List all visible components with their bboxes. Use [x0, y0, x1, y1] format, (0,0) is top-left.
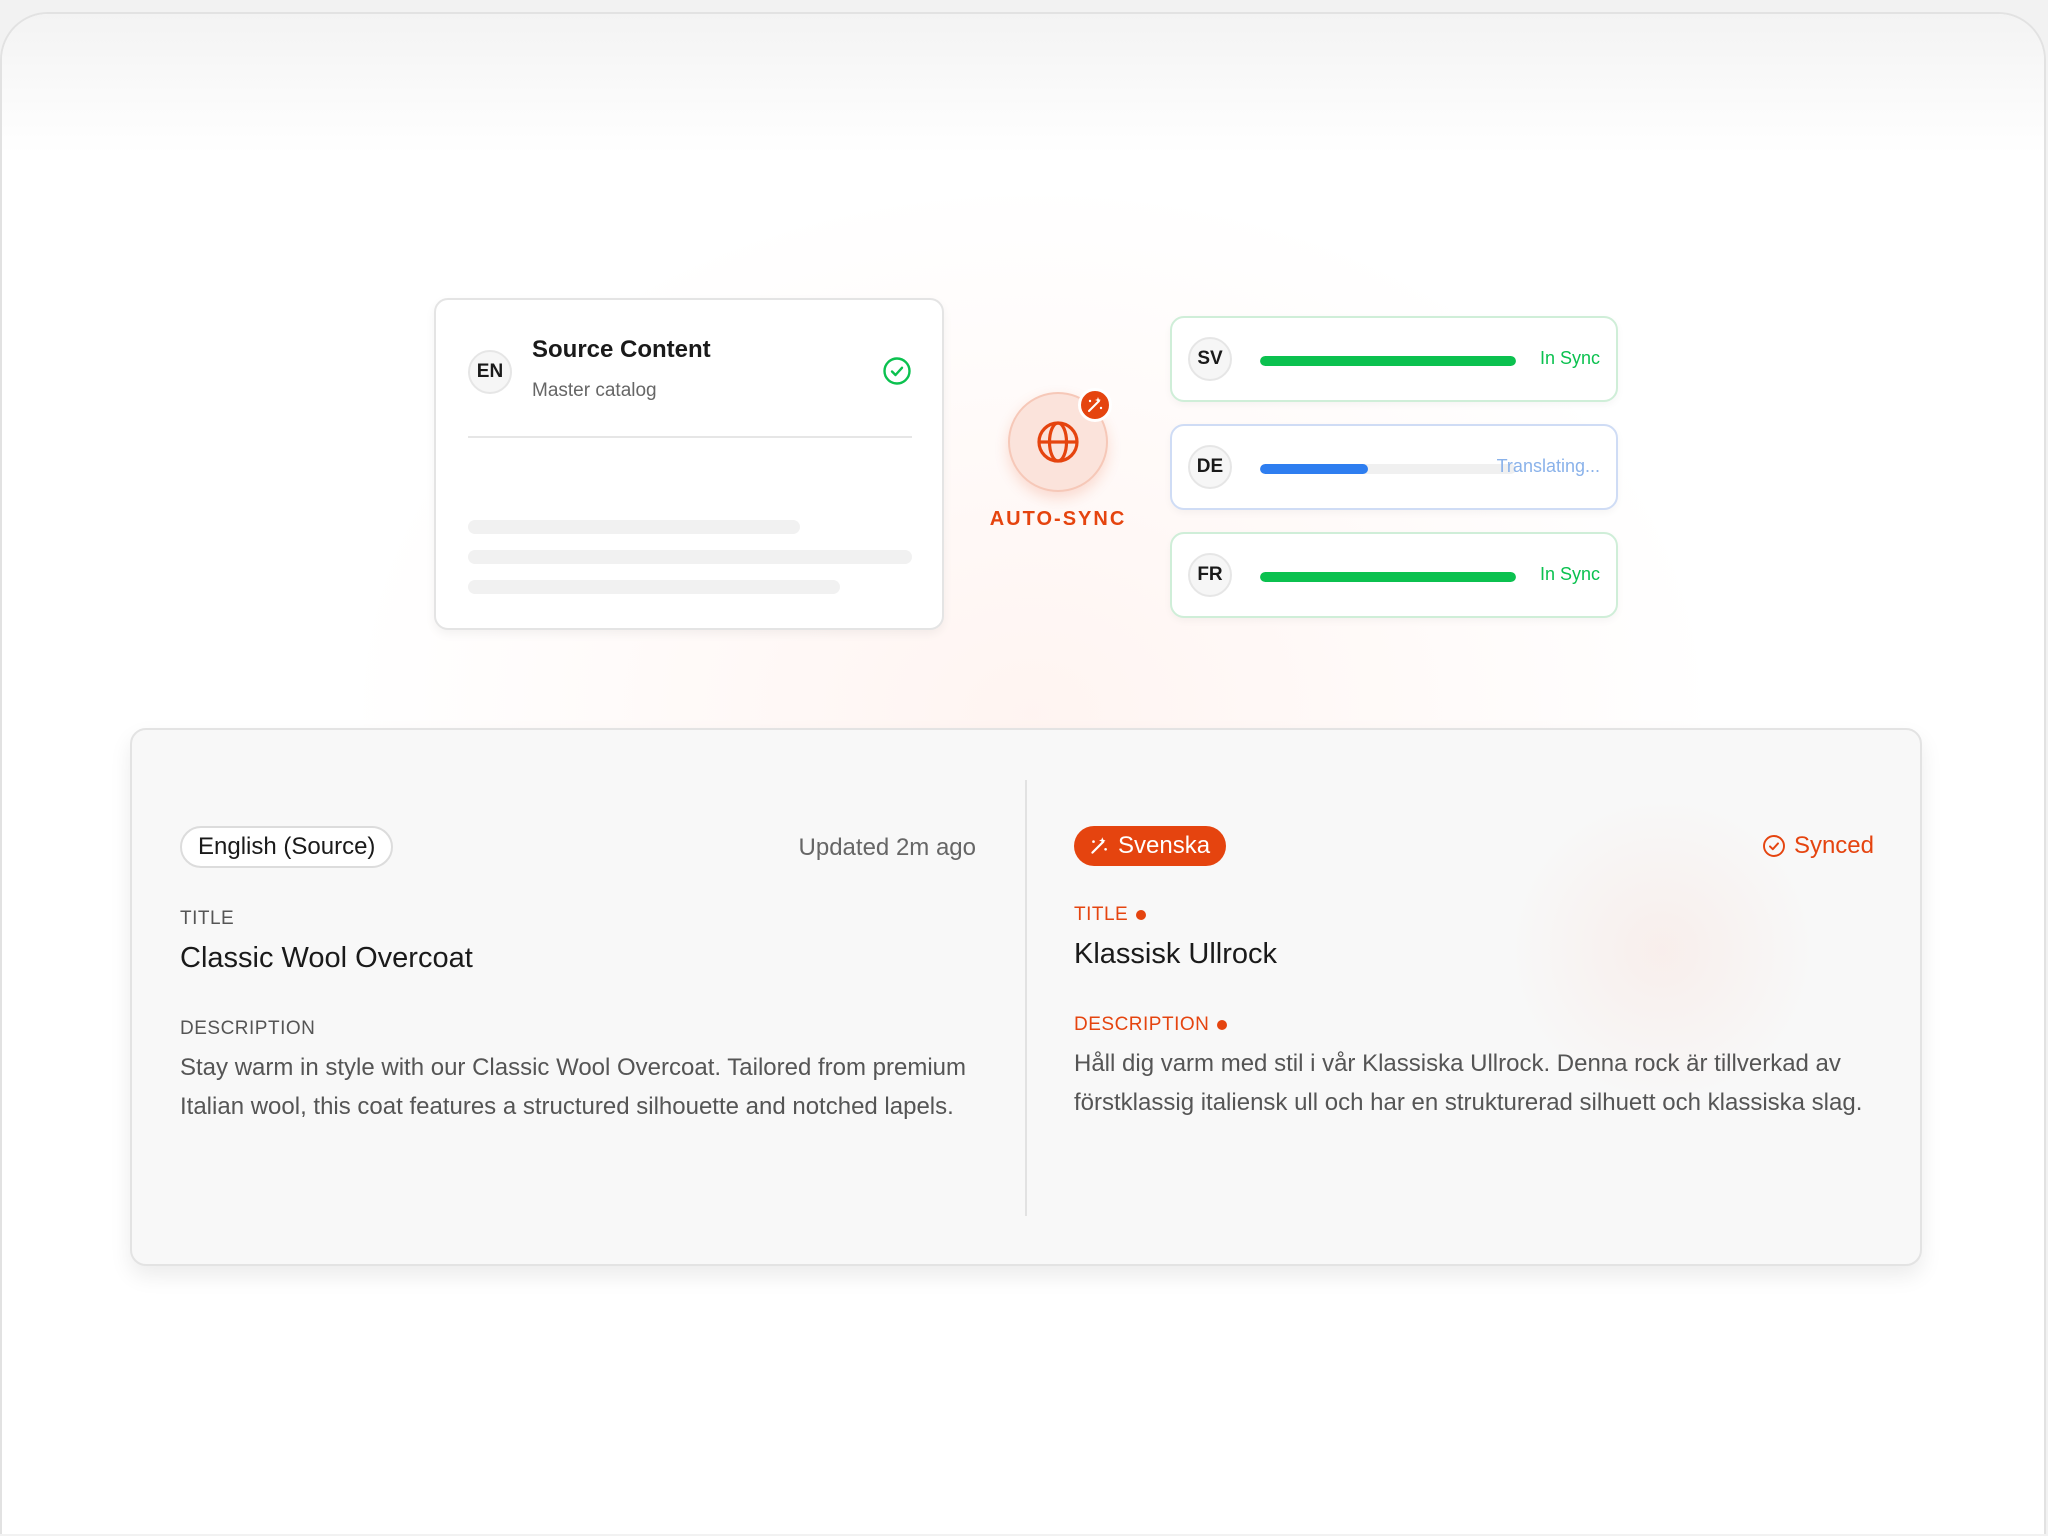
check-circle-icon	[883, 357, 911, 385]
progress-fill	[1260, 356, 1516, 366]
language-row-sv[interactable]: SV In Sync	[1170, 316, 1618, 402]
skeleton-line	[468, 520, 800, 534]
progress-bar	[1260, 572, 1516, 582]
description-label: DESCRIPTION	[180, 1018, 316, 1039]
skeleton-line	[468, 550, 912, 564]
sync-status: Translating...	[1496, 456, 1600, 476]
source-column: English (Source) Updated 2m ago TITLE Cl…	[180, 730, 976, 1264]
progress-bar	[1260, 464, 1516, 474]
language-row-de[interactable]: DE Translating...	[1170, 424, 1618, 510]
language-row-fr[interactable]: FR In Sync	[1170, 532, 1618, 618]
source-card-subtitle: Master catalog	[532, 380, 657, 401]
target-language-label: Svenska	[1118, 832, 1211, 859]
source-title-value: Classic Wool Overcoat	[180, 942, 473, 974]
language-badge-fr: FR	[1188, 553, 1232, 597]
description-label: DESCRIPTION	[1074, 1014, 1228, 1036]
target-title-value: Klassisk Ullrock	[1074, 938, 1278, 970]
progress-fill	[1260, 572, 1516, 582]
updated-timestamp: Updated 2m ago	[798, 834, 976, 861]
title-label: TITLE	[180, 908, 235, 929]
translation-comparison-panel: English (Source) Updated 2m ago TITLE Cl…	[130, 728, 1922, 1266]
app-window: EN Source Content Master catalog AUTO-SY…	[0, 12, 2046, 1534]
changed-dot	[1217, 1020, 1228, 1030]
language-badge-sv: SV	[1188, 337, 1232, 381]
synced-label: Synced	[1793, 832, 1874, 859]
globe-icon	[1037, 421, 1079, 463]
target-language-pill[interactable]: Svenska	[1074, 826, 1227, 866]
sync-status: In Sync	[1539, 348, 1600, 368]
sync-status: In Sync	[1539, 564, 1600, 584]
source-language-pill[interactable]: English (Source)	[180, 826, 394, 868]
auto-sync-label: AUTO-SYNC	[989, 508, 1127, 530]
source-card-divider	[468, 436, 912, 438]
panel-divider	[1025, 780, 1027, 1216]
source-content-card[interactable]: EN Source Content Master catalog	[434, 298, 944, 630]
progress-bar	[1260, 356, 1516, 366]
language-badge-de: DE	[1188, 445, 1232, 489]
magic-wand-icon	[1091, 837, 1107, 854]
skeleton-line	[468, 580, 840, 594]
changed-dot	[1136, 910, 1147, 920]
target-description-value: Håll dig varm med stil i vår Klassiska U…	[1074, 1050, 1863, 1116]
language-badge-en: EN	[468, 350, 512, 394]
source-description-value: Stay warm in style with our Classic Wool…	[180, 1054, 967, 1120]
progress-fill	[1260, 464, 1368, 474]
magic-wand-badge	[1078, 388, 1112, 422]
check-circle-icon	[1762, 835, 1785, 857]
target-column: Svenska Synced TITLE Klassisk Ullrock DE…	[1074, 730, 1874, 1264]
magic-wand-icon	[1088, 397, 1103, 412]
source-card-title: Source Content	[532, 336, 711, 363]
title-label: TITLE	[1074, 904, 1147, 926]
synced-status: Synced	[1762, 832, 1874, 860]
